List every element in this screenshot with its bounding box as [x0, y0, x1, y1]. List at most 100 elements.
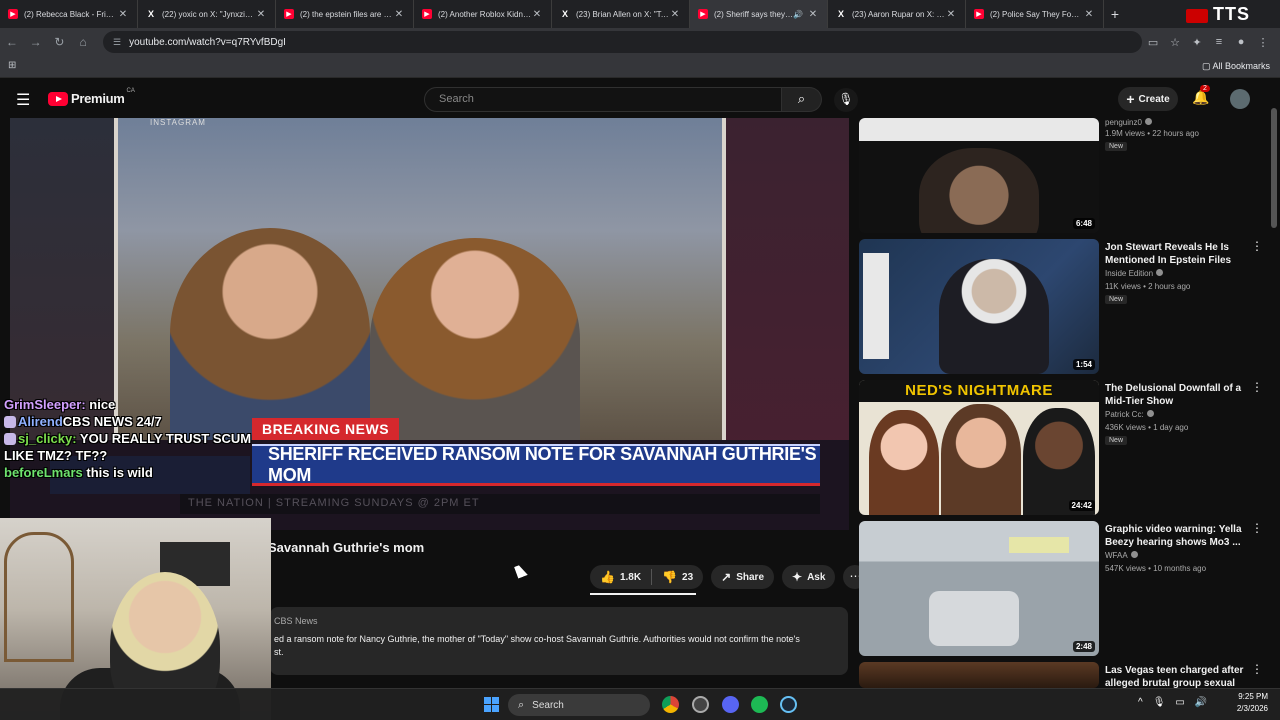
person-right-figure	[370, 238, 580, 440]
media-icon[interactable]: ≡	[1208, 36, 1230, 49]
clock[interactable]: 9:25 PM 2/3/2026	[1237, 691, 1268, 715]
recommended-video[interactable]: 1:54 Jon Stewart Reveals He Is Mentioned…	[859, 239, 1263, 374]
more-options-icon[interactable]: ⋮	[1251, 521, 1263, 535]
back-icon[interactable]: ←	[0, 35, 24, 49]
browser-tab[interactable]: X (23) Aaron Rupar on X: "I... ✕	[828, 0, 966, 28]
youtube-icon: ▶	[422, 9, 432, 19]
home-icon[interactable]: ⌂	[71, 35, 95, 49]
recommended-video[interactable]: NED'S NIGHTMARE 24:42 The Delusional Down…	[859, 380, 1263, 515]
video-thumbnail[interactable]	[859, 662, 1099, 688]
like-button[interactable]: 👍 1.8K	[590, 565, 651, 589]
thumbs-down-icon: 👎	[662, 570, 678, 584]
profile-icon[interactable]: ●	[1230, 36, 1252, 49]
video-thumbnail[interactable]: 1:54	[859, 239, 1099, 374]
description-box[interactable]: CBS News ed a ransom note for Nancy Guth…	[270, 607, 848, 675]
close-icon[interactable]: ✕	[807, 9, 819, 20]
close-icon[interactable]: ✕	[117, 9, 129, 20]
apps-grid-icon[interactable]: ⊞	[8, 60, 16, 71]
network-icon[interactable]: ▭	[1175, 697, 1184, 708]
system-tray: ^ 🎙 ▭ 🔊	[1138, 697, 1207, 708]
recommended-video[interactable]: Las Vegas teen charged after alleged bru…	[859, 662, 1263, 688]
share-button[interactable]: ↗ Share	[711, 565, 775, 589]
search-button[interactable]: ⌕	[782, 87, 822, 112]
chat-text: LIKE TMZ? TF??	[4, 448, 108, 463]
close-icon[interactable]: ✕	[255, 9, 267, 20]
all-bookmarks-button[interactable]: ▢ All Bookmarks	[1202, 61, 1270, 72]
browser-tab[interactable]: X (22) yoxic on X: "Jynxzi ex... ✕	[138, 0, 276, 28]
video-thumbnail[interactable]: 2:48	[859, 521, 1099, 656]
discord-icon[interactable]	[722, 696, 739, 713]
create-button[interactable]: + Create	[1118, 87, 1178, 111]
chrome-icon[interactable]	[662, 696, 679, 713]
taskbar-search[interactable]: ⌕ Search	[508, 694, 650, 716]
ask-button[interactable]: ✦ Ask	[782, 565, 836, 589]
cast-icon[interactable]: ▭	[1142, 36, 1164, 49]
forward-icon[interactable]: →	[24, 35, 48, 49]
clock-date: 2/3/2026	[1236, 704, 1268, 713]
thumbnail-figure	[869, 410, 939, 515]
video-duration: 6:48	[1072, 218, 1095, 229]
close-icon[interactable]: ✕	[669, 9, 681, 20]
more-options-icon[interactable]: ⋮	[1251, 380, 1263, 394]
youtube-logo[interactable]: Premium CA	[48, 88, 135, 106]
rec-title[interactable]: Las Vegas teen charged after alleged bru…	[1105, 664, 1245, 688]
new-tab-button[interactable]: +	[1104, 6, 1126, 22]
muted-flag-icon	[1186, 9, 1208, 23]
app-icon[interactable]	[692, 696, 709, 713]
browser-tab[interactable]: ▶ (2) the epstein files are g... ✕	[276, 0, 414, 28]
rec-title[interactable]: Graphic video warning: Yella Beezy heari…	[1105, 523, 1245, 549]
video-thumbnail[interactable]: 6:48	[859, 118, 1099, 233]
recommended-video[interactable]: 2:48 Graphic video warning: Yella Beezy …	[859, 521, 1263, 656]
chevron-up-icon[interactable]: ^	[1138, 697, 1143, 708]
shelf-figure	[4, 532, 74, 662]
voice-search-button[interactable]: 🎙	[834, 88, 858, 112]
rec-channel-name: Patrick Cc:	[1105, 410, 1144, 419]
hamburger-menu-icon[interactable]: ☰	[16, 90, 30, 110]
more-options-icon[interactable]: ⋮	[1251, 239, 1263, 253]
video-actions: 👍 1.8K 👎 23 ↗ Share ✦ Ask ⋯	[590, 565, 868, 589]
address-bar[interactable]: ☰ youtube.com/watch?v=q7RYvfBDgI	[103, 31, 1143, 53]
spotify-icon[interactable]	[751, 696, 768, 713]
close-icon[interactable]: ✕	[531, 9, 543, 20]
x-icon: X	[147, 9, 154, 19]
microphone-icon[interactable]: 🎙	[1153, 697, 1166, 708]
browser-tab[interactable]: ▶ (2) Another Roblox Kidnap... ✕	[414, 0, 552, 28]
speaker-icon[interactable]: 🔊	[793, 10, 803, 19]
video-thumbnail[interactable]: NED'S NIGHTMARE 24:42	[859, 380, 1099, 515]
rec-title[interactable]: The Delusional Downfall of a Mid-Tier Sh…	[1105, 382, 1245, 408]
volume-icon[interactable]: 🔊	[1195, 697, 1207, 708]
search-input[interactable]: Search	[424, 87, 782, 112]
extensions-icon[interactable]: ✦	[1186, 36, 1208, 49]
windows-start-icon[interactable]	[484, 697, 499, 712]
browser-tab[interactable]: X (23) Brian Allen on X: "Tec... ✕	[552, 0, 690, 28]
chat-username: Alirend	[18, 414, 63, 429]
close-icon[interactable]: ✕	[1083, 9, 1095, 20]
create-label: Create	[1138, 93, 1170, 105]
bookmark-star-icon[interactable]: ☆	[1164, 36, 1186, 49]
bookmarks-bar: ⊞ ▢ All Bookmarks	[0, 56, 1280, 78]
chat-username: beforeLmars	[4, 465, 83, 480]
all-bookmarks-label: All Bookmarks	[1212, 61, 1270, 71]
browser-tab[interactable]: ▶ (2) Police Say They Found... ✕	[966, 0, 1104, 28]
thumbnail-sign	[1009, 537, 1069, 553]
browser-tab-active[interactable]: ▶ (2) Sheriff says they re... 🔊 ✕	[690, 0, 828, 28]
more-options-icon[interactable]: ⋮	[1251, 662, 1263, 676]
youtube-header: ☰ Premium CA Search ⌕ 🎙 + Create 🔔 2	[0, 80, 1280, 118]
clock-time: 9:25 PM	[1238, 692, 1268, 701]
tts-overlay-label: TTS	[1213, 4, 1250, 24]
close-icon[interactable]: ✕	[945, 9, 957, 20]
youtube-icon: ▶	[8, 9, 18, 19]
steam-icon[interactable]	[780, 696, 797, 713]
recommended-video[interactable]: 6:48 penguinz0 1.9M views • 22 hours ago…	[859, 118, 1263, 233]
menu-icon[interactable]: ⋮	[1252, 36, 1274, 49]
page-scrollbar[interactable]	[1271, 108, 1277, 228]
dislike-button[interactable]: 👎 23	[652, 565, 703, 589]
reload-icon[interactable]: ↻	[48, 35, 72, 49]
close-icon[interactable]: ✕	[393, 9, 405, 20]
rec-title[interactable]: Jon Stewart Reveals He Is Mentioned In E…	[1105, 241, 1245, 267]
browser-tab[interactable]: ▶ (2) Rebecca Black - Friday ✕	[0, 0, 138, 28]
site-info-icon[interactable]: ☰	[113, 37, 121, 48]
account-avatar[interactable]	[1230, 89, 1250, 109]
notifications-button[interactable]: 🔔 2	[1192, 85, 1210, 106]
chat-message: LIKE TMZ? TF??	[4, 447, 304, 464]
